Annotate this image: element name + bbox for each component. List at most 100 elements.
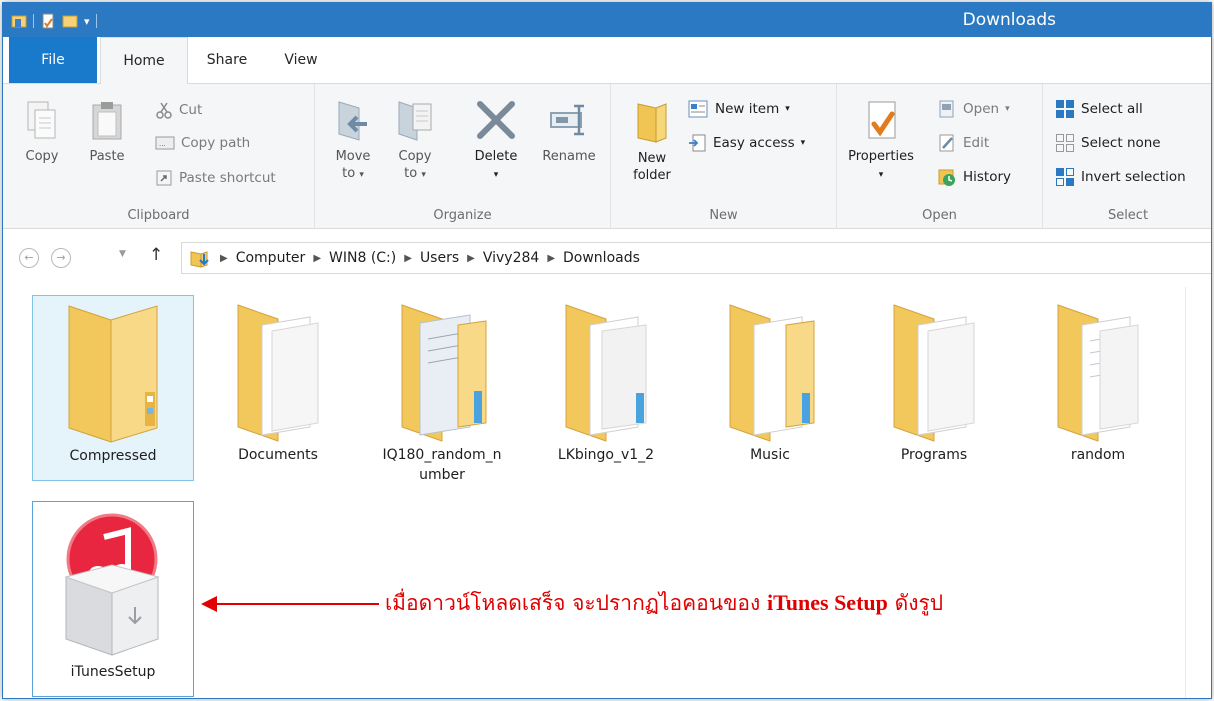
cut-button[interactable]: Cut	[155, 101, 202, 119]
forward-button[interactable]: →	[51, 248, 71, 268]
item-label: Programs	[900, 447, 968, 463]
select-all-button[interactable]: Select all	[1055, 99, 1143, 119]
copy-path-button[interactable]: ... Copy path	[155, 135, 250, 151]
forward-arrow-icon: →	[56, 251, 66, 264]
folder-documents-icon	[197, 295, 359, 445]
folder-documents-icon	[689, 295, 851, 445]
folder-documents-icon	[1017, 295, 1179, 445]
move-to-label: Move	[335, 149, 371, 164]
new-item-button[interactable]: New item ▾	[687, 99, 790, 119]
list-item-random[interactable]: random	[1017, 295, 1179, 465]
copy-path-icon: ...	[155, 136, 175, 150]
edit-button[interactable]: Edit	[937, 133, 989, 153]
annotation-text: เมื่อดาวน์โหลดเสร็จ จะปรากฏไอคอนของ iTun…	[385, 587, 943, 620]
group-label-select: Select	[1107, 208, 1149, 223]
breadcrumb-chevron-icon[interactable]: ▶	[404, 253, 412, 264]
tab-view[interactable]: View	[265, 37, 337, 84]
open-dropdown-icon: ▾	[1005, 104, 1010, 114]
downloads-folder-icon	[190, 251, 209, 268]
properties-button[interactable]: Properties ▾	[843, 98, 919, 184]
list-item-documents[interactable]: Documents	[197, 295, 359, 465]
tab-file-label: File	[41, 52, 65, 68]
back-button[interactable]: ←	[19, 248, 39, 268]
paste-icon	[92, 102, 122, 140]
list-item-itunessetup[interactable]: iTunesSetup	[32, 501, 194, 697]
breadcrumb-drive[interactable]: WIN8 (C:)	[329, 250, 396, 266]
content-edge	[1185, 287, 1186, 698]
delete-label: Delete	[474, 149, 518, 164]
select-none-icon	[1056, 134, 1074, 152]
breadcrumb-chevron-icon[interactable]: ▶	[467, 253, 475, 264]
paste-shortcut-button[interactable]: Paste shortcut	[155, 169, 276, 187]
recent-locations-button[interactable]: ▼	[119, 249, 126, 259]
chevron-down-icon: ▼	[119, 249, 126, 259]
easy-access-button[interactable]: Easy access ▾	[687, 133, 805, 153]
breadcrumb-computer[interactable]: Computer	[236, 250, 306, 266]
properties-icon	[868, 101, 896, 139]
breadcrumb-users[interactable]: Users	[420, 250, 459, 266]
paste-button[interactable]: Paste	[79, 100, 135, 165]
rename-label: Rename	[542, 149, 596, 164]
breadcrumb-downloads[interactable]: Downloads	[563, 250, 640, 266]
list-item-iq180[interactable]: IQ180_random_n umber	[361, 295, 523, 485]
move-to-button[interactable]: Move to ▾	[327, 98, 379, 184]
select-none-label: Select none	[1081, 135, 1161, 151]
breadcrumb-chevron-icon[interactable]: ▶	[220, 253, 228, 264]
breadcrumb-chevron-icon[interactable]: ▶	[547, 253, 555, 264]
ribbon: Copy Paste Cut ... Copy path Paste short…	[3, 84, 1211, 229]
list-item-music[interactable]: Music	[689, 295, 851, 465]
easy-access-label: Easy access	[713, 135, 795, 151]
svg-text:...: ...	[159, 140, 166, 148]
list-item-compressed[interactable]: Compressed	[32, 295, 194, 481]
open-button[interactable]: Open ▾	[937, 99, 1010, 119]
delete-button[interactable]: Delete ▾	[465, 98, 527, 184]
copy-to-button[interactable]: Copy to ▾	[389, 98, 441, 184]
window-title: Downloads	[962, 10, 1056, 30]
tab-share[interactable]: Share	[191, 37, 263, 84]
item-label: random	[1070, 447, 1126, 463]
select-all-icon	[1056, 100, 1074, 118]
new-folder-button[interactable]: New folder	[625, 98, 679, 184]
cut-label: Cut	[179, 102, 203, 118]
item-label: Compressed	[69, 448, 157, 464]
tab-home[interactable]: Home	[100, 37, 188, 85]
file-list: Compressed Documents IQ180_random_n umber…	[3, 287, 1211, 698]
copy-path-label: Copy path	[181, 135, 251, 151]
new-folder-label-2: folder	[633, 168, 671, 183]
copy-button[interactable]: Copy	[17, 100, 67, 165]
ribbon-tabs: File Home Share View	[3, 37, 1211, 85]
history-button[interactable]: History	[937, 167, 1011, 187]
new-item-dropdown-icon: ▾	[785, 104, 790, 114]
rename-icon	[550, 104, 584, 136]
scissors-icon	[156, 102, 172, 119]
breadcrumb-user[interactable]: Vivy284	[483, 250, 539, 266]
move-to-dropdown-icon: ▾	[359, 170, 364, 180]
group-label-clipboard: Clipboard	[127, 208, 190, 223]
group-open: Properties ▾ Open ▾ Edit History Open	[837, 84, 1043, 229]
rename-button[interactable]: Rename	[537, 98, 601, 165]
folder-zip-icon	[33, 296, 193, 446]
list-item-lkbingo[interactable]: LKbingo_v1_2	[525, 295, 687, 465]
copy-to-label: Copy	[398, 149, 432, 164]
invert-selection-label: Invert selection	[1081, 169, 1186, 185]
paste-shortcut-icon	[156, 170, 172, 186]
group-label-open: Open	[922, 208, 957, 223]
invert-selection-button[interactable]: Invert selection	[1055, 167, 1186, 187]
properties-dropdown-icon: ▾	[878, 170, 884, 180]
group-new: New folder New item ▾ Easy access ▾ New	[611, 84, 837, 229]
history-label: History	[963, 169, 1012, 185]
history-icon	[938, 169, 955, 186]
tab-file[interactable]: File	[9, 37, 97, 83]
delete-x-icon	[477, 101, 515, 139]
group-clipboard: Copy Paste Cut ... Copy path Paste short…	[3, 84, 315, 229]
breadcrumb-chevron-icon[interactable]: ▶	[313, 253, 321, 264]
group-label-organize: Organize	[433, 208, 492, 223]
up-button[interactable]: ↑	[149, 245, 163, 265]
select-none-button[interactable]: Select none	[1055, 133, 1161, 153]
address-bar[interactable]: ▶ Computer ▶ WIN8 (C:) ▶ Users ▶ Vivy284…	[181, 242, 1211, 274]
list-item-programs[interactable]: Programs	[853, 295, 1015, 465]
annotation-text-bold: iTunes Setup	[767, 590, 888, 615]
easy-access-dropdown-icon: ▾	[800, 138, 806, 148]
title-bar: ▾ Downloads	[3, 3, 1211, 37]
folder-documents-icon	[853, 295, 1015, 445]
